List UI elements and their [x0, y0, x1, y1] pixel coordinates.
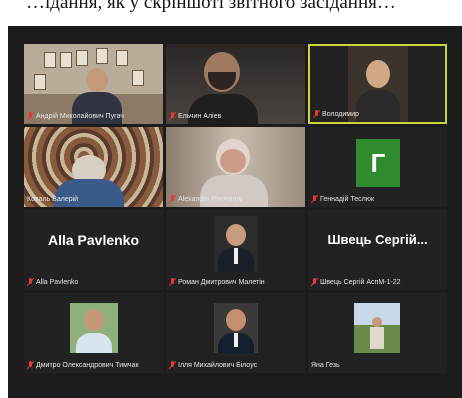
participant-display-name: Alla Pavlenko — [47, 232, 140, 248]
participant-tile[interactable]: Дмитро Олександрович Тимчак — [24, 293, 163, 373]
participant-tile[interactable]: Ельчин Аліев — [166, 44, 305, 124]
participant-name-label: Ельчин Аліев — [169, 111, 221, 122]
participant-name-label: Alexander Pivovarov — [169, 194, 242, 205]
participant-tile[interactable]: Alexander Pivovarov — [166, 127, 305, 207]
participant-name: Коваль Валерій — [27, 196, 79, 203]
participant-name-label: Ілля Михайлович Білоус — [169, 360, 257, 371]
muted-mic-icon — [169, 278, 176, 287]
participant-name-label: Геннадій Теслюк — [311, 194, 374, 205]
participant-name-label: Андрій Миколайович Пугач — [27, 111, 124, 122]
muted-mic-icon — [313, 110, 320, 119]
participant-name: Швець Сергій АспМ-1-22 — [320, 279, 401, 286]
participant-name: Андрій Миколайович Пугач — [36, 113, 124, 120]
participant-name: Яна Гезь — [311, 362, 340, 369]
muted-mic-icon — [27, 112, 34, 121]
participant-name-label: Коваль Валерій — [27, 194, 78, 205]
muted-mic-icon — [311, 278, 318, 287]
participant-tile[interactable]: Яна Гезь — [308, 293, 447, 373]
muted-mic-icon — [27, 278, 34, 287]
profile-photo — [354, 303, 400, 353]
participant-name: Володимир — [322, 111, 359, 118]
muted-mic-icon — [27, 361, 34, 370]
profile-photo — [214, 216, 258, 272]
document-caption-text: …ідання, як у скріншоті звітного засідан… — [26, 0, 396, 13]
participant-tile[interactable]: Ілля Михайлович Білоус — [166, 293, 305, 373]
participant-name-label: Роман Дмитрович Малетін — [169, 277, 265, 288]
participant-tile[interactable]: Роман Дмитрович Малетін — [166, 210, 305, 290]
participant-name-label: Дмитро Олександрович Тимчак — [27, 360, 139, 371]
video-meeting-gallery: Андрій Миколайович Пугач Ельчин Аліев Во… — [8, 26, 462, 398]
participant-tile[interactable]: Alla Pavlenko Alla Pavlenko — [24, 210, 163, 290]
participant-tile[interactable]: Андрій Миколайович Пугач — [24, 44, 163, 124]
profile-photo — [70, 303, 118, 353]
participant-name-label: Alla Pavlenko — [27, 277, 78, 288]
participant-tile[interactable]: Г Геннадій Теслюк — [308, 127, 447, 207]
participant-name-label: Швець Сергій АспМ-1-22 — [311, 277, 401, 288]
participant-name-label: Яна Гезь — [311, 360, 340, 371]
participant-tile[interactable]: Швець Сергій... Швець Сергій АспМ-1-22 — [308, 210, 447, 290]
participant-display-name: Швець Сергій... — [327, 232, 428, 247]
participant-name: Геннадій Теслюк — [320, 196, 375, 203]
participant-tile[interactable]: Коваль Валерій — [24, 127, 163, 207]
participant-name: Alexander Pivovarov — [178, 196, 243, 203]
participant-name: Ілля Михайлович Білоус — [178, 362, 258, 369]
avatar: Г — [356, 139, 400, 187]
profile-photo — [214, 303, 258, 353]
muted-mic-icon — [169, 195, 176, 204]
participant-name: Роман Дмитрович Малетін — [178, 279, 265, 286]
muted-mic-icon — [169, 112, 176, 121]
muted-mic-icon — [311, 195, 318, 204]
participant-name: Дмитро Олександрович Тимчак — [36, 362, 139, 369]
participant-name: Alla Pavlenko — [36, 279, 79, 286]
participant-name-label: Володимир — [313, 109, 359, 120]
participant-tile-active-speaker[interactable]: Володимир — [308, 44, 447, 124]
muted-mic-icon — [169, 361, 176, 370]
participant-name: Ельчин Аліев — [178, 113, 222, 120]
